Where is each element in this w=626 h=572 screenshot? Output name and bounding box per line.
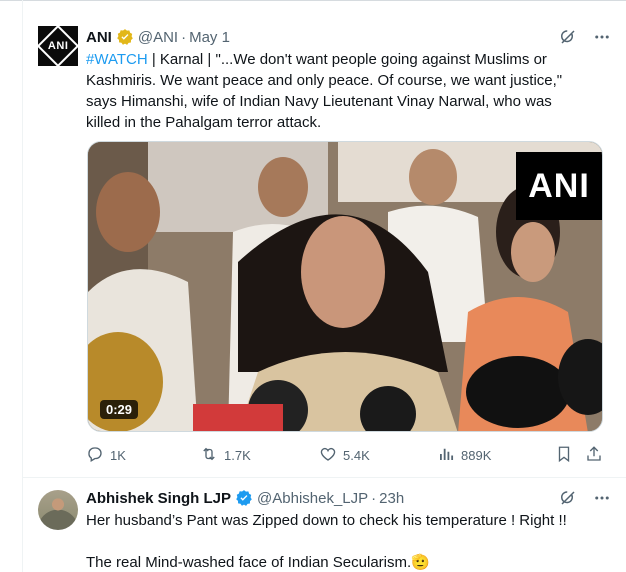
reply-icon <box>86 445 104 466</box>
repost-icon <box>200 445 218 466</box>
text-line-1: Her husband’s Pant was Zipped down to ch… <box>86 512 567 529</box>
like-icon <box>319 445 337 466</box>
video-duration-badge: 0:29 <box>100 400 139 419</box>
tweet-top-actions <box>558 27 612 47</box>
text-line-1: #WATCH | Karnal | "...We don't want peop… <box>86 51 547 68</box>
like-button[interactable]: 5.4K <box>319 445 370 466</box>
video-player[interactable]: ANI 0:29 <box>87 141 603 432</box>
share-button[interactable] <box>585 445 603 466</box>
avatar[interactable] <box>38 490 78 530</box>
grok-icon[interactable] <box>558 27 578 47</box>
tweet-reply[interactable]: Abhishek Singh LJP @Abhishek_LJP · 23h H… <box>23 478 626 572</box>
text-line-3: says Himanshi, wife of Indian Navy Lieut… <box>86 93 552 110</box>
repost-count: 1.7K <box>224 447 251 463</box>
text-line-2: Kashmiris. We want peace and only peace.… <box>86 72 563 89</box>
bookmark-button[interactable] <box>555 445 573 466</box>
author-name[interactable]: ANI <box>86 29 112 46</box>
views-button[interactable]: 889K <box>437 445 491 466</box>
hashtag-link[interactable]: #WATCH <box>86 51 148 68</box>
views-icon <box>437 445 455 466</box>
more-icon[interactable] <box>592 27 612 47</box>
tweet-header: ANI @ANI · May 1 <box>86 27 230 47</box>
tweet-text: Her husband’s Pant was Zipped down to ch… <box>86 510 606 572</box>
avatar[interactable]: ANI <box>36 24 80 68</box>
separator: · <box>371 489 377 507</box>
grok-icon[interactable] <box>558 488 578 508</box>
author-name[interactable]: Abhishek Singh LJP <box>86 490 231 507</box>
separator: · <box>181 28 187 46</box>
tweet-header: Abhishek Singh LJP @Abhishek_LJP · 23h <box>86 488 404 508</box>
share-icon <box>585 445 603 466</box>
video-watermark: ANI <box>516 152 602 220</box>
timestamp[interactable]: 23h <box>379 490 404 507</box>
text-line-2: The real Mind-washed face of Indian Secu… <box>86 554 430 571</box>
ani-logo-icon: ANI <box>36 24 80 68</box>
tweet-action-bar: 1K 1.7K 5.4K 889K <box>86 444 606 466</box>
views-count: 889K <box>461 447 492 463</box>
verified-badge-icon[interactable] <box>235 489 253 507</box>
author-handle[interactable]: @Abhishek_LJP <box>257 490 368 507</box>
like-count: 5.4K <box>343 447 370 463</box>
salute-emoji-icon: 🫡 <box>411 554 430 571</box>
verified-badge-icon[interactable] <box>116 28 134 46</box>
author-handle[interactable]: @ANI <box>138 29 178 46</box>
reply-button[interactable]: 1K <box>86 445 126 466</box>
tweet-top-actions <box>558 488 612 508</box>
timestamp[interactable]: May 1 <box>189 29 230 46</box>
repost-button[interactable]: 1.7K <box>200 445 251 466</box>
tweet-ani[interactable]: ANI ANI @ANI · May 1 #WATCH | Karnal | "… <box>23 0 626 478</box>
bookmark-icon <box>555 445 573 466</box>
reply-count: 1K <box>110 447 126 463</box>
more-icon[interactable] <box>592 488 612 508</box>
text-line-4: killed in the Pahalgam terror attack. <box>86 114 322 131</box>
tweet-text: #WATCH | Karnal | "...We don't want peop… <box>86 49 606 133</box>
